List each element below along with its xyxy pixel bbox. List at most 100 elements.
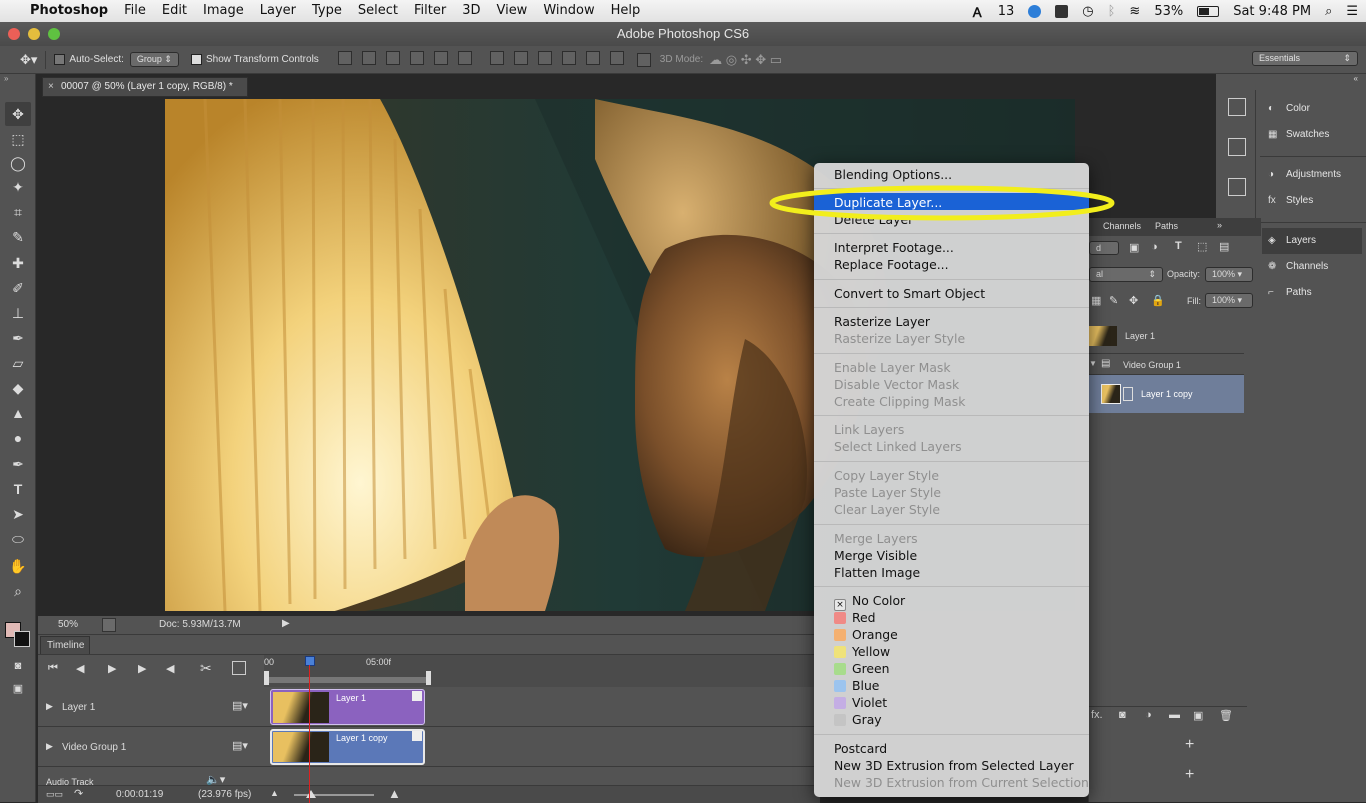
menu-item-orange[interactable]: Orange xyxy=(834,626,898,643)
menu-item-no-color[interactable]: × No Color xyxy=(834,592,905,611)
menu-item-blue[interactable]: Blue xyxy=(834,677,879,694)
go-to-first-frame-icon[interactable]: ⏮ xyxy=(48,662,58,675)
notification-count[interactable]: 13 xyxy=(998,4,1015,19)
fill-field[interactable]: 100% ▾ xyxy=(1205,293,1253,308)
menu-item-blending-options[interactable]: Blending Options... xyxy=(834,166,952,183)
zoom-out-icon[interactable]: ▲ xyxy=(270,788,279,798)
quick-mask-icon[interactable]: ◙ xyxy=(5,654,31,678)
menu-type[interactable]: Type xyxy=(304,0,350,22)
brush-panel-icon[interactable] xyxy=(1228,178,1246,196)
quick-select-tool-icon[interactable]: ✦ xyxy=(5,175,31,199)
filter-smart-icon[interactable]: ▤ xyxy=(1219,240,1229,253)
expand-group-icon[interactable]: ▼ xyxy=(1089,359,1097,368)
adjustments-panel-button[interactable]: ◑ Adjustments xyxy=(1268,162,1341,188)
previous-frame-icon[interactable]: ◀ xyxy=(76,662,84,675)
distribute-vcenter-button[interactable] xyxy=(513,51,528,65)
lock-pixels-icon[interactable]: ✎ xyxy=(1109,294,1118,307)
layer-row[interactable]: Layer 1 xyxy=(1089,318,1244,354)
clip-menu-icon[interactable] xyxy=(412,691,422,701)
styles-panel-button[interactable]: fx Styles xyxy=(1268,188,1313,214)
shape-tool-icon[interactable]: ⬭ xyxy=(5,527,31,551)
menu-item-violet[interactable]: Violet xyxy=(834,694,887,711)
brush-tool-icon[interactable]: ✐ xyxy=(5,276,31,300)
paint-bucket-tool-icon[interactable]: ◆ xyxy=(5,376,31,400)
menu-select[interactable]: Select xyxy=(350,0,406,22)
menu-item-green[interactable]: Green xyxy=(834,660,890,677)
tab-paths[interactable]: Paths xyxy=(1155,221,1178,231)
eyedropper-tool-icon[interactable]: ✎ xyxy=(5,225,31,249)
distribute-bottom-button[interactable] xyxy=(537,51,552,65)
align-top-button[interactable] xyxy=(337,51,352,65)
crop-tool-icon[interactable]: ⌗ xyxy=(5,200,31,224)
add-track-icon[interactable]: + xyxy=(1185,766,1194,784)
layer-row-selected[interactable]: Layer 1 copy xyxy=(1089,375,1244,413)
lock-transparent-icon[interactable]: ▦ xyxy=(1091,294,1101,307)
blend-mode-dropdown[interactable]: al ⇕ xyxy=(1089,267,1163,282)
pen-tool-icon[interactable]: ✒ xyxy=(5,452,31,476)
menu-3d[interactable]: 3D xyxy=(454,0,488,22)
link-layers-icon[interactable]: fx. xyxy=(1091,709,1103,721)
dodge-tool-icon[interactable]: ● xyxy=(5,426,31,450)
playhead[interactable] xyxy=(305,656,315,666)
adobe-icon[interactable]: Ａ xyxy=(971,2,984,21)
lock-all-icon[interactable]: 🔒 xyxy=(1151,294,1165,307)
menu-item-red[interactable]: Red xyxy=(834,609,876,626)
audio-mute-icon[interactable]: ◀ xyxy=(166,662,174,675)
auto-select-checkbox[interactable] xyxy=(54,54,66,65)
menu-app[interactable]: Photoshop xyxy=(22,0,116,22)
battery-percent[interactable]: 53% xyxy=(1154,4,1183,19)
menu-layer[interactable]: Layer xyxy=(252,0,304,22)
menu-item-replace-footage[interactable]: Replace Footage... xyxy=(834,256,949,273)
timeline-tab[interactable]: Timeline xyxy=(40,636,90,654)
filter-kind-dropdown[interactable]: d xyxy=(1089,241,1119,255)
work-area-end-handle[interactable] xyxy=(426,671,431,685)
menu-item-rasterize-layer[interactable]: Rasterize Layer xyxy=(834,313,930,330)
tab-channels[interactable]: Channels xyxy=(1103,221,1141,231)
menu-item-flatten-image[interactable]: Flatten Image xyxy=(834,564,920,581)
adjustment-layer-icon[interactable]: ◑ xyxy=(1145,709,1152,721)
notification-center-icon[interactable]: ☰ xyxy=(1346,4,1358,19)
menu-item-merge-visible[interactable]: Merge Visible xyxy=(834,547,917,564)
menu-item-interpret-footage[interactable]: Interpret Footage... xyxy=(834,239,954,256)
clock[interactable]: Sat 9:48 PM xyxy=(1233,4,1311,19)
distribute-hcenter-button[interactable] xyxy=(585,51,600,65)
collapse-dock-icon[interactable]: « xyxy=(1216,74,1366,86)
add-track-icon[interactable]: + xyxy=(1185,736,1194,754)
dropbox-icon[interactable] xyxy=(1028,4,1042,18)
move-tool-icon[interactable]: ✥▾ xyxy=(20,52,37,68)
paths-panel-button[interactable]: ⌐ Paths xyxy=(1268,280,1312,306)
add-mask-icon[interactable]: ◙ xyxy=(1119,709,1126,721)
menu-item-gray[interactable]: Gray xyxy=(834,711,882,728)
eraser-tool-icon[interactable]: ▱ xyxy=(5,351,31,375)
panel-menu-icon[interactable]: » xyxy=(1217,220,1222,230)
split-scissors-icon[interactable]: ✂ xyxy=(200,660,212,677)
blur-tool-icon[interactable]: ▲ xyxy=(5,401,31,425)
timeline-zoom-thumb[interactable] xyxy=(306,790,316,798)
distribute-left-button[interactable] xyxy=(561,51,576,65)
hand-tool-icon[interactable]: ✋ xyxy=(5,554,31,578)
minimize-window-button[interactable] xyxy=(28,28,40,40)
type-tool-icon[interactable]: T xyxy=(5,477,31,501)
layers-panel-button[interactable]: ◈ Layers xyxy=(1262,228,1362,254)
channels-panel-button[interactable]: ❁ Channels xyxy=(1268,254,1328,280)
transition-icon[interactable] xyxy=(232,661,246,675)
zoom-tool-icon[interactable]: ⌕ xyxy=(5,579,31,603)
delete-layer-icon[interactable]: 🗑 xyxy=(1219,709,1233,722)
close-window-button[interactable] xyxy=(8,28,20,40)
menu-item-convert-to-smart-object[interactable]: Convert to Smart Object xyxy=(834,285,985,302)
filter-pixel-icon[interactable]: ▣ xyxy=(1129,241,1139,254)
play-icon[interactable]: ▶ xyxy=(108,662,116,675)
zoom-in-icon[interactable]: ▲ xyxy=(388,786,401,801)
align-vcenter-button[interactable] xyxy=(361,51,376,65)
time-machine-icon[interactable]: ◷ xyxy=(1082,4,1093,19)
distribute-top-button[interactable] xyxy=(489,51,504,65)
spotlight-icon[interactable]: ⌕ xyxy=(1325,4,1332,19)
align-hcenter-button[interactable] xyxy=(433,51,448,65)
document-tab[interactable]: × 00007 @ 50% (Layer 1 copy, RGB/8) * xyxy=(42,77,248,97)
auto-select-dropdown[interactable]: Group ⇕ xyxy=(129,52,179,67)
wifi-icon[interactable]: ≋ xyxy=(1129,4,1140,19)
expand-track-icon[interactable]: ▶ xyxy=(46,701,53,712)
menu-file[interactable]: File xyxy=(116,0,154,22)
background-color-swatch[interactable] xyxy=(14,631,30,647)
track-options-icon[interactable]: ▤▾ xyxy=(232,739,248,752)
